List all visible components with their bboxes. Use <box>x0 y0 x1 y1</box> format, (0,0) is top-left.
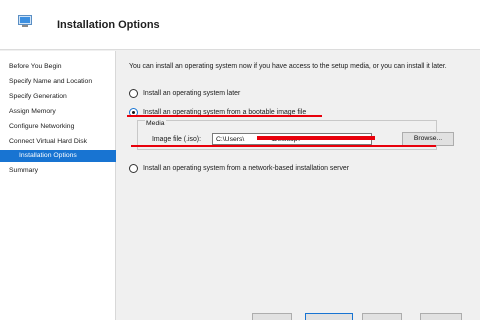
next-button[interactable] <box>305 313 353 320</box>
previous-button[interactable] <box>252 313 292 320</box>
sidebar-item-before-you-begin[interactable]: Before You Begin <box>0 61 116 73</box>
option-network-install[interactable]: Install an operating system from a netwo… <box>129 162 349 174</box>
sidebar-item-networking[interactable]: Configure Networking <box>0 121 116 133</box>
option-install-later-label: Install an operating system later <box>143 89 241 97</box>
red-annotation-box-underline <box>131 145 436 147</box>
red-redaction-mark-user <box>339 136 363 140</box>
sidebar-item-installation-options[interactable]: Installation Options <box>0 150 116 162</box>
red-annotation-underline <box>127 115 322 117</box>
radio-install-later[interactable] <box>129 88 138 98</box>
sidebar-item-generation[interactable]: Specify Generation <box>0 91 116 103</box>
page-title: Installation Options <box>57 19 160 31</box>
wizard-steps-sidebar: Before You Begin Specify Name and Locati… <box>0 51 116 320</box>
sidebar-item-memory[interactable]: Assign Memory <box>0 106 116 118</box>
sidebar-item-hard-disk[interactable]: Connect Virtual Hard Disk <box>0 136 116 148</box>
option-install-later[interactable]: Install an operating system later <box>129 87 240 99</box>
option-network-install-label: Install an operating system from a netwo… <box>143 164 350 172</box>
sidebar-item-name-location[interactable]: Specify Name and Location <box>0 76 116 88</box>
image-file-label: Image file (.iso): <box>152 136 202 143</box>
finish-button[interactable] <box>362 313 402 320</box>
wizard-icon <box>18 15 32 27</box>
sidebar-item-summary[interactable]: Summary <box>0 165 116 177</box>
browse-button[interactable]: Browse... <box>402 132 454 146</box>
cancel-button[interactable] <box>420 313 462 320</box>
radio-network-install[interactable] <box>129 163 138 173</box>
media-legend: Media <box>145 120 166 127</box>
main-content: You can install an operating system now … <box>117 51 480 320</box>
wizard-header: Installation Options <box>0 0 480 50</box>
intro-text: You can install an operating system now … <box>129 63 447 70</box>
